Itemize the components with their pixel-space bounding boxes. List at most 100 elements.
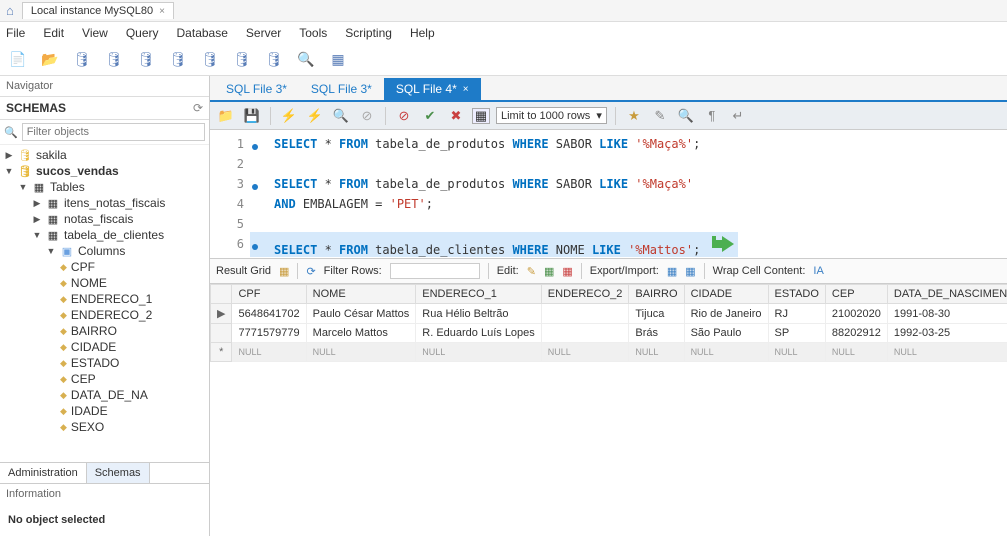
col-header[interactable]: DATA_DE_NASCIMEN bbox=[887, 285, 1007, 304]
null-cell[interactable]: NULL bbox=[416, 343, 542, 362]
tab-administration[interactable]: Administration bbox=[0, 463, 87, 483]
cell[interactable] bbox=[541, 304, 629, 324]
close-icon[interactable]: × bbox=[463, 84, 469, 95]
tables-node[interactable]: ▼▦Tables bbox=[0, 179, 209, 195]
delete-icon[interactable]: ▦ bbox=[562, 265, 572, 278]
col-header[interactable]: ENDERECO_1 bbox=[416, 285, 542, 304]
menu-query[interactable]: Query bbox=[126, 26, 159, 40]
grid-icon[interactable]: ▦ bbox=[279, 265, 289, 278]
null-cell[interactable]: NULL bbox=[887, 343, 1007, 362]
table-row[interactable]: 7771579779 Marcelo Mattos R. Eduardo Luí… bbox=[211, 324, 1007, 343]
col-header[interactable]: BAIRRO bbox=[629, 285, 684, 304]
file-tab-2[interactable]: SQL File 3* bbox=[299, 78, 384, 100]
menu-scripting[interactable]: Scripting bbox=[345, 26, 392, 40]
col-endereco2[interactable]: ◆ENDERECO_2 bbox=[0, 307, 209, 323]
col-cidade[interactable]: ◆CIDADE bbox=[0, 339, 209, 355]
schema-sucos-vendas[interactable]: ▼🛢sucos_vendas bbox=[0, 163, 209, 179]
export-icon[interactable]: ▦ bbox=[667, 265, 677, 278]
menu-server[interactable]: Server bbox=[246, 26, 281, 40]
col-cep[interactable]: ◆CEP bbox=[0, 371, 209, 387]
home-icon[interactable]: ⌂ bbox=[6, 3, 14, 18]
cell[interactable]: SP bbox=[768, 324, 825, 343]
col-header[interactable]: NOME bbox=[306, 285, 416, 304]
toggle-icon[interactable]: ▦ bbox=[472, 108, 490, 124]
inspector-icon[interactable]: 🛢 bbox=[72, 50, 92, 70]
menu-view[interactable]: View bbox=[82, 26, 108, 40]
null-cell[interactable]: NULL bbox=[768, 343, 825, 362]
filter-icon[interactable]: ⟳ bbox=[306, 265, 315, 278]
execute-icon[interactable]: ⚡ bbox=[279, 106, 299, 126]
menu-tools[interactable]: Tools bbox=[299, 26, 327, 40]
wrap-icon[interactable]: IA bbox=[813, 265, 823, 277]
cell[interactable]: 5648641702 bbox=[232, 304, 306, 324]
col-endereco1[interactable]: ◆ENDERECO_1 bbox=[0, 291, 209, 307]
col-header[interactable]: CPF bbox=[232, 285, 306, 304]
menu-database[interactable]: Database bbox=[177, 26, 228, 40]
null-cell[interactable]: NULL bbox=[825, 343, 887, 362]
result-grid[interactable]: CPF NOME ENDERECO_1 ENDERECO_2 BAIRRO CI… bbox=[210, 284, 1007, 536]
col-sexo[interactable]: ◆SEXO bbox=[0, 419, 209, 435]
commit-icon[interactable]: ⊘ bbox=[394, 106, 414, 126]
null-cell[interactable]: NULL bbox=[232, 343, 306, 362]
col-header[interactable]: ESTADO bbox=[768, 285, 825, 304]
refresh-icon[interactable]: ⟳ bbox=[193, 101, 203, 115]
save-icon[interactable]: 💾 bbox=[242, 106, 262, 126]
cell[interactable]: Tijuca bbox=[629, 304, 684, 324]
autocommit-icon[interactable]: ✖ bbox=[446, 106, 466, 126]
col-estado[interactable]: ◆ESTADO bbox=[0, 355, 209, 371]
cell[interactable]: 88202912 bbox=[825, 324, 887, 343]
col-bairro[interactable]: ◆BAIRRO bbox=[0, 323, 209, 339]
null-cell[interactable]: NULL bbox=[629, 343, 684, 362]
menu-file[interactable]: File bbox=[6, 26, 25, 40]
cell[interactable]: Marcelo Mattos bbox=[306, 324, 416, 343]
sql-editor[interactable]: 1SELECT * FROM tabela_de_produtos WHERE … bbox=[210, 130, 1007, 258]
tool4-icon[interactable]: 🛢 bbox=[104, 50, 124, 70]
table-row[interactable]: ▶ 5648641702 Paulo César Mattos Rua Héli… bbox=[211, 304, 1007, 324]
table-notas-fiscais[interactable]: ▶▦notas_fiscais bbox=[0, 211, 209, 227]
new-sql-icon[interactable]: 📄 bbox=[8, 50, 28, 70]
null-cell[interactable]: NULL bbox=[684, 343, 768, 362]
schema-sakila[interactable]: ▶🛢sakila bbox=[0, 147, 209, 163]
menu-edit[interactable]: Edit bbox=[43, 26, 64, 40]
cell[interactable]: São Paulo bbox=[684, 324, 768, 343]
menu-help[interactable]: Help bbox=[410, 26, 435, 40]
col-header[interactable]: ENDERECO_2 bbox=[541, 285, 629, 304]
table-row-null[interactable]: * NULL NULL NULL NULL NULL NULL NULL NUL… bbox=[211, 343, 1007, 362]
null-cell[interactable]: NULL bbox=[306, 343, 416, 362]
cell[interactable]: 7771579779 bbox=[232, 324, 306, 343]
filter-input[interactable] bbox=[22, 123, 205, 141]
table-tabela-de-clientes[interactable]: ▼▦tabela_de_clientes bbox=[0, 227, 209, 243]
cell[interactable]: RJ bbox=[768, 304, 825, 324]
table-itens-notas-fiscais[interactable]: ▶▦itens_notas_fiscais bbox=[0, 195, 209, 211]
limit-select[interactable]: Limit to 1000 rows ▾ bbox=[496, 107, 607, 124]
file-tab-3[interactable]: SQL File 4*× bbox=[384, 78, 481, 100]
null-cell[interactable]: NULL bbox=[541, 343, 629, 362]
invisible-icon[interactable]: ¶ bbox=[702, 106, 722, 126]
add-icon[interactable]: ▦ bbox=[544, 265, 554, 278]
find-icon[interactable]: 🔍 bbox=[676, 106, 696, 126]
stop-icon[interactable]: ⊘ bbox=[357, 106, 377, 126]
cell[interactable]: 21002020 bbox=[825, 304, 887, 324]
tool9-icon[interactable]: 🛢 bbox=[264, 50, 284, 70]
wrap-icon[interactable]: ↵ bbox=[728, 106, 748, 126]
open-file-icon[interactable]: 📁 bbox=[216, 106, 236, 126]
tool6-icon[interactable]: 🛢 bbox=[168, 50, 188, 70]
execute-cursor-icon[interactable]: ⚡ bbox=[305, 106, 325, 126]
dashboard-icon[interactable]: ▦ bbox=[328, 50, 348, 70]
cell[interactable]: Brás bbox=[629, 324, 684, 343]
tool5-icon[interactable]: 🛢 bbox=[136, 50, 156, 70]
rollback-icon[interactable]: ✔ bbox=[420, 106, 440, 126]
cell[interactable]: Rio de Janeiro bbox=[684, 304, 768, 324]
cell[interactable]: Paulo César Mattos bbox=[306, 304, 416, 324]
tool-icon[interactable]: ✎ bbox=[650, 106, 670, 126]
col-header[interactable]: CIDADE bbox=[684, 285, 768, 304]
import-icon[interactable]: ▦ bbox=[685, 265, 695, 278]
instance-tab[interactable]: Local instance MySQL80 × bbox=[22, 2, 174, 19]
close-icon[interactable]: × bbox=[159, 6, 165, 17]
col-nome[interactable]: ◆NOME bbox=[0, 275, 209, 291]
col-data-de-nascimento[interactable]: ◆DATA_DE_NA bbox=[0, 387, 209, 403]
file-tab-1[interactable]: SQL File 3* bbox=[214, 78, 299, 100]
col-idade[interactable]: ◆IDADE bbox=[0, 403, 209, 419]
open-sql-icon[interactable]: 📂 bbox=[40, 50, 60, 70]
cell[interactable]: R. Eduardo Luís Lopes bbox=[416, 324, 542, 343]
